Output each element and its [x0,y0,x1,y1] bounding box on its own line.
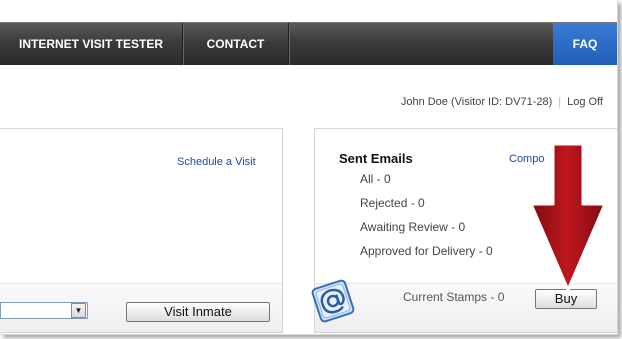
page-frame: INTERNET VISIT TESTER CONTACT FAQ John D… [0,0,618,335]
nav-separator [288,23,289,65]
schedule-visit-link[interactable]: Schedule a Visit [177,156,256,168]
stat-approved-delivery: Approved for Delivery - 0 [360,244,493,258]
nav-contact[interactable]: CONTACT [183,23,288,65]
main-navbar: INTERNET VISIT TESTER CONTACT FAQ [0,22,617,65]
user-bar-divider: | [558,96,562,108]
nav-internet-visit-tester[interactable]: INTERNET VISIT TESTER [0,23,182,65]
visit-inmate-button[interactable]: Visit Inmate [126,302,270,322]
user-name-label: John Doe (Visitor ID: DV71-28) [400,96,553,108]
stat-all: All - 0 [360,172,391,186]
stat-rejected: Rejected - 0 [360,196,425,210]
dropdown-arrow-icon[interactable]: ▼ [71,303,86,318]
down-arrow-annotation [529,142,607,292]
email-at-icon [311,279,355,323]
current-stamps-label: Current Stamps - 0 [403,290,505,304]
user-bar: John Doe (Visitor ID: DV71-28) | Log Off [401,96,603,108]
nav-faq[interactable]: FAQ [553,23,617,65]
top-strip [0,0,617,22]
stat-awaiting-review: Awaiting Review - 0 [360,220,466,234]
sent-emails-title: Sent Emails [339,151,413,166]
logoff-link[interactable]: Log Off [567,96,603,108]
